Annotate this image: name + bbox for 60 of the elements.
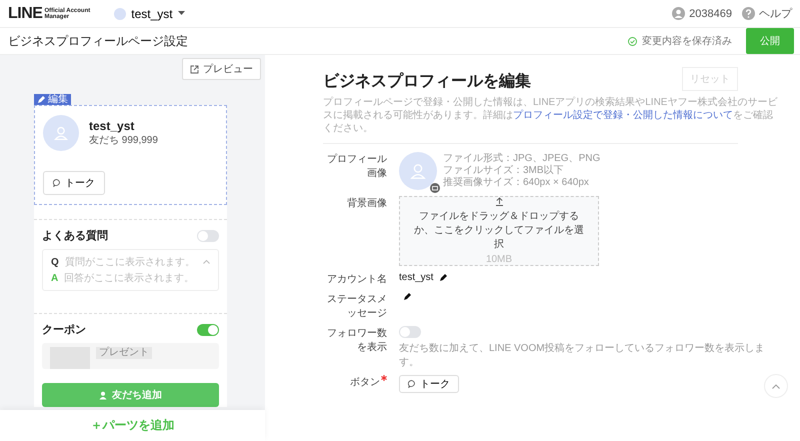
file-requirement: ファイルサイズ：3MB以下 xyxy=(443,165,565,176)
section-title: よくある質問 xyxy=(42,228,108,243)
file-size-limit: 10MB xyxy=(486,254,512,265)
friend-count: 友だち 999,999 xyxy=(89,134,158,147)
person-icon xyxy=(53,125,69,141)
file-requirement: ファイル形式：JPG、JPEG、PNG xyxy=(443,153,600,164)
question-text: 質問がここに表示されます。 xyxy=(64,256,195,269)
profile-image-upload[interactable] xyxy=(399,152,437,190)
answer-mark: A xyxy=(51,272,58,284)
section-toggle[interactable] xyxy=(197,230,219,242)
external-link-icon xyxy=(190,64,199,74)
help-link[interactable]: ヘルプ xyxy=(759,6,792,21)
description-text: プロフィールページで登録・公開した情報は、LINEアプリの検索結果やLINEヤフー株式会社のサービスに掲載される可能性があります。詳細はプロフィール設定で登録・公開した情報についてをご確認ください。 xyxy=(323,96,778,135)
field-label: プロフィール画像 xyxy=(326,152,387,180)
account-switcher[interactable]: test_yst xyxy=(108,6,191,22)
person-plus-icon xyxy=(99,390,108,400)
upload-icon xyxy=(494,197,504,206)
field-label: ステータスメッセージ xyxy=(326,293,387,320)
check-circle-icon xyxy=(628,36,637,46)
file-drop-zone[interactable]: ファイルをドラッグ＆ドロップするか、ここをクリックしてファイルを選択 10MB xyxy=(399,196,599,266)
scroll-to-top-button[interactable] xyxy=(764,374,788,398)
pencil-icon[interactable] xyxy=(403,292,412,301)
file-requirement: 推奨画像サイズ：640px × 640px xyxy=(443,177,590,189)
edit-tag[interactable]: 編集 xyxy=(34,94,71,105)
answer-text: 回答がここに表示されます。 xyxy=(64,272,194,285)
user-id: 2038469 xyxy=(689,8,732,20)
section-toggle[interactable] xyxy=(197,324,219,336)
talk-button[interactable]: トーク xyxy=(43,171,105,195)
user-icon[interactable] xyxy=(672,7,686,20)
profile-name: test_yst xyxy=(89,119,136,133)
question-mark: Q xyxy=(51,256,59,268)
chat-bubble-icon xyxy=(53,179,61,187)
editor-title: ビジネスプロフィールを編集 xyxy=(323,71,531,92)
follower-toggle[interactable] xyxy=(399,326,421,338)
save-status: 変更内容を保存済み xyxy=(642,34,732,48)
field-note: 友だち数に加えて、LINE VOOM投稿をフォローしているフォロワー数を表示します。 xyxy=(399,342,766,369)
help-icon[interactable] xyxy=(742,7,755,20)
chevron-up-icon xyxy=(772,384,780,388)
field-label: ボタン xyxy=(323,375,387,389)
field-label: アカウント名 xyxy=(326,273,387,286)
person-icon xyxy=(409,162,427,180)
drop-instructions: ファイルをドラッグ＆ドロップするか、ここをクリックしてファイルを選択 xyxy=(414,210,584,251)
coupon-tag: プレゼント xyxy=(96,347,152,359)
profile-block[interactable]: test_yst 友だち 999,999 トーク xyxy=(34,105,227,205)
section-title: クーポン xyxy=(42,323,86,337)
pencil-icon[interactable] xyxy=(439,273,448,282)
chevron-up-icon xyxy=(203,260,210,264)
chat-bubble-icon xyxy=(408,380,416,388)
caret-icon xyxy=(178,11,185,16)
info-link[interactable]: プロフィール設定で登録・公開した情報について xyxy=(513,110,733,121)
preview-button[interactable]: プレビュー xyxy=(182,58,261,80)
logo-text: LINE xyxy=(8,4,42,22)
field-label: フォロワー数を表示 xyxy=(326,327,387,354)
account-avatar xyxy=(114,8,126,20)
field-value: test_yst xyxy=(399,272,434,283)
image-placeholder xyxy=(50,347,90,369)
button-type-select[interactable]: トーク xyxy=(399,375,459,393)
page-title: ビジネスプロフィールページ設定 xyxy=(8,32,188,50)
field-label: 背景画像 xyxy=(346,196,387,210)
camera-icon xyxy=(430,183,440,193)
